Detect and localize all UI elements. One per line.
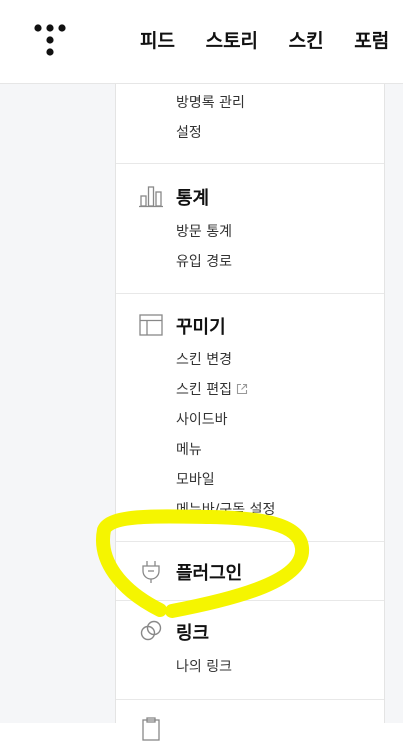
divider — [116, 600, 384, 601]
menu-item-menubar-subscribe[interactable]: 메뉴바/구독 설정 — [176, 499, 275, 519]
divider — [116, 699, 384, 700]
section-title-stats[interactable]: 통계 — [176, 184, 209, 210]
layout-icon — [139, 314, 163, 336]
menu-item-referrer[interactable]: 유입 경로 — [176, 251, 232, 271]
section-title-plugin[interactable]: 플러그인 — [176, 559, 242, 585]
divider — [116, 163, 384, 164]
right-gutter — [385, 84, 403, 723]
plug-icon — [142, 561, 160, 583]
bar-chart-icon — [139, 186, 163, 208]
top-header: 피드 스토리 스킨 포럼 — [0, 0, 403, 84]
menu-item-my-link[interactable]: 나의 링크 — [176, 656, 232, 676]
menu-item-sidebar[interactable]: 사이드바 — [176, 409, 228, 429]
menu-item-skin-change[interactable]: 스킨 변경 — [176, 349, 232, 369]
menu-item-menu[interactable]: 메뉴 — [176, 439, 202, 459]
external-link-icon — [236, 383, 248, 395]
menu-item-mobile[interactable]: 모바일 — [176, 469, 215, 489]
menu-item-settings[interactable]: 설정 — [176, 122, 202, 142]
divider — [116, 541, 384, 542]
nav-story[interactable]: 스토리 — [206, 26, 258, 53]
menu-item-skin-edit-label: 스킨 편집 — [176, 382, 232, 398]
divider — [116, 293, 384, 294]
top-nav: 피드 스토리 스킨 포럼 — [140, 26, 403, 53]
nav-feed[interactable]: 피드 — [140, 26, 175, 53]
section-title-design[interactable]: 꾸미기 — [176, 313, 226, 339]
menu-item-visit-stats[interactable]: 방문 통계 — [176, 221, 232, 241]
link-icon — [140, 620, 162, 641]
tistory-logo-icon[interactable] — [34, 24, 66, 58]
left-gutter — [0, 84, 116, 723]
clipboard-icon — [142, 717, 160, 741]
menu-item-skin-edit[interactable]: 스킨 편집 — [176, 379, 248, 399]
nav-forum[interactable]: 포럼 — [354, 26, 389, 53]
section-title-link[interactable]: 링크 — [176, 619, 209, 645]
menu-item-guestbook-manage[interactable]: 방명록 관리 — [176, 92, 245, 112]
admin-menu: 방명록 관리 설정 통계 방문 통계 유입 경로 꾸미기 스킨 변경 스킨 편집… — [116, 84, 385, 741]
nav-skin[interactable]: 스킨 — [289, 26, 324, 53]
